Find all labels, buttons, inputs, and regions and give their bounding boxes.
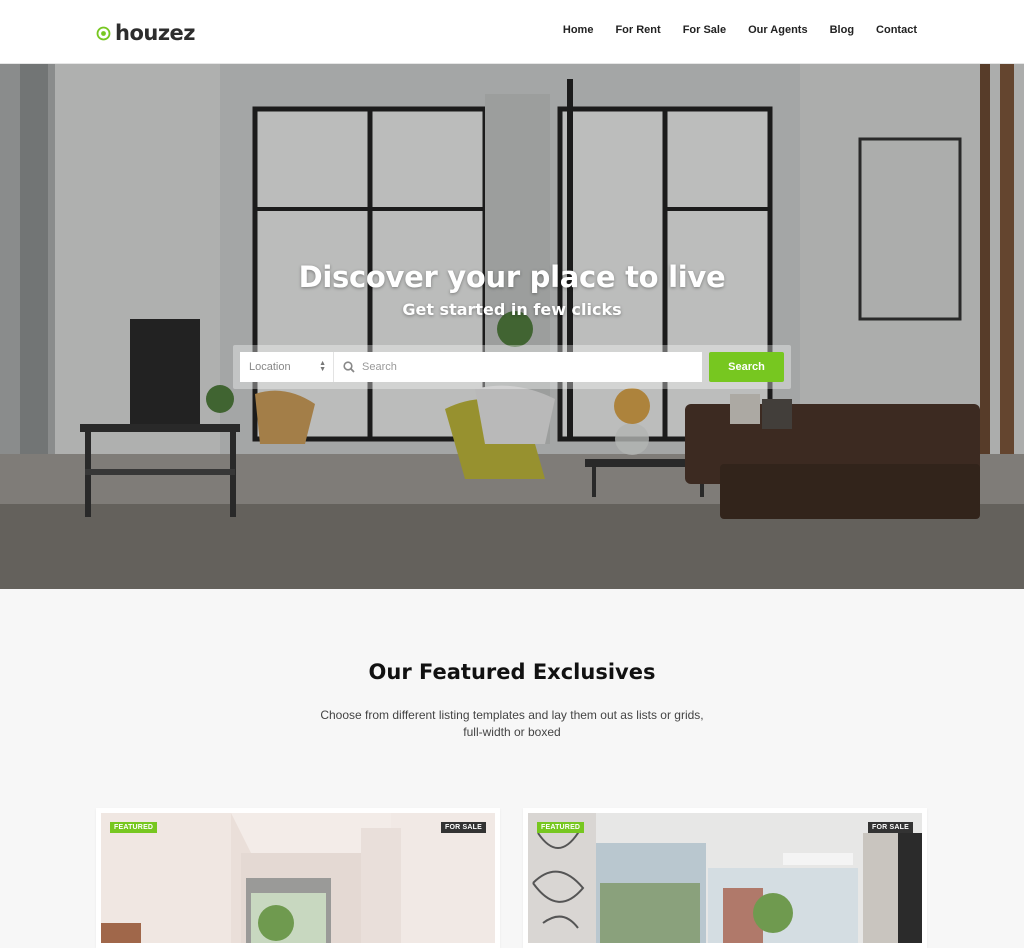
for-sale-badge: FOR SALE <box>868 822 913 833</box>
site-logo[interactable]: houzez <box>96 21 196 45</box>
nav-home[interactable]: Home <box>563 24 594 36</box>
hero-banner: Discover your place to live Get started … <box>0 64 1024 589</box>
nav-contact[interactable]: Contact <box>876 24 917 36</box>
featured-badge: FEATURED <box>537 822 585 833</box>
logo-text: houzez <box>115 21 196 45</box>
for-sale-badge: FOR SALE <box>441 822 486 833</box>
property-card[interactable]: FEATURED FOR SALE <box>523 808 927 948</box>
featured-description: Choose from different listing templates … <box>312 707 712 741</box>
featured-badge: FEATURED <box>110 822 158 833</box>
map-pin-icon <box>96 26 111 41</box>
search-button[interactable]: Search <box>709 352 784 382</box>
select-arrows-icon: ▲ ▼ <box>319 360 326 373</box>
property-image[interactable]: FEATURED FOR SALE <box>101 813 495 943</box>
nav-our-agents[interactable]: Our Agents <box>748 24 808 36</box>
search-icon <box>343 360 355 378</box>
main-nav: Home For Rent For Sale Our Agents Blog C… <box>563 24 917 36</box>
search-bar: Location ▲ ▼ Search <box>233 345 791 389</box>
location-select-value: Location <box>249 361 291 373</box>
nav-for-sale[interactable]: For Sale <box>683 24 726 36</box>
search-field[interactable] <box>334 352 702 382</box>
search-input[interactable] <box>362 352 692 382</box>
featured-description-line1: Choose from different listing templates … <box>320 708 704 722</box>
nav-blog[interactable]: Blog <box>830 24 854 36</box>
property-image[interactable]: FEATURED FOR SALE <box>528 813 922 943</box>
site-header: houzez Home For Rent For Sale Our Agents… <box>0 0 1024 64</box>
hero-overlay <box>0 64 1024 589</box>
location-select[interactable]: Location ▲ ▼ <box>240 352 334 382</box>
hero-title: Discover your place to live <box>298 260 726 294</box>
property-card[interactable]: FEATURED FOR SALE <box>96 808 500 948</box>
featured-title: Our Featured Exclusives <box>368 660 656 684</box>
hero-subtitle: Get started in few clicks <box>402 300 622 319</box>
featured-description-line2: full-width or boxed <box>463 725 561 739</box>
nav-for-rent[interactable]: For Rent <box>615 24 660 36</box>
